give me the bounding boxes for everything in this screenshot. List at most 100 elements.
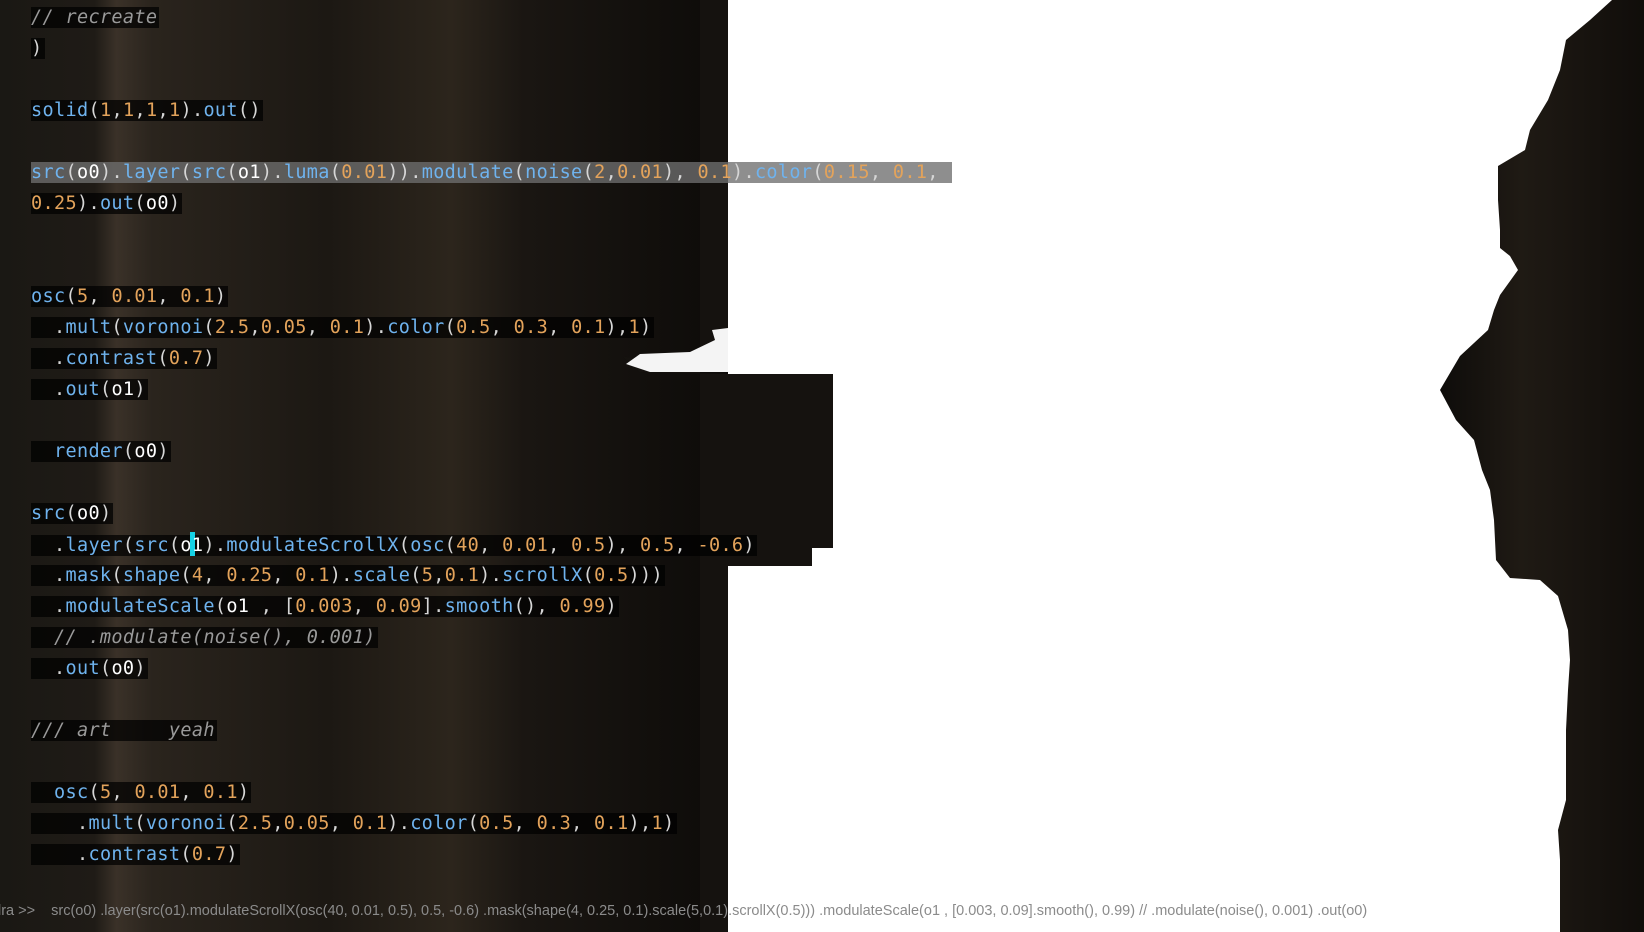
code-line[interactable]: solid(1,1,1,1).out()	[31, 98, 263, 124]
code-token: )	[203, 348, 215, 369]
code-token: ,	[111, 782, 135, 803]
code-line[interactable]: .mult(voronoi(2.5,0.05, 0.1).color(0.5, …	[31, 315, 654, 341]
code-line[interactable]: /// art yeah	[31, 718, 217, 744]
code-token: ,	[433, 565, 445, 586]
code-line-text[interactable]: // recreate	[31, 7, 160, 28]
code-line-text[interactable]: .out(o1)	[31, 379, 148, 400]
code-token: 1	[651, 813, 663, 834]
code-token: )	[663, 813, 675, 834]
code-line[interactable]: .layer(src(o1).modulateScrollX(osc(40, 0…	[31, 532, 757, 558]
code-line[interactable]: )	[31, 36, 45, 62]
code-token: out	[99, 193, 135, 214]
code-token: shape	[122, 565, 181, 586]
code-token: (	[467, 813, 480, 834]
code-line[interactable]: 0.25).out(o0)	[31, 191, 183, 217]
code-line[interactable]: .contrast(0.7)	[31, 346, 217, 372]
code-line[interactable]: src(o0)	[31, 501, 114, 527]
code-line[interactable]: src(o0).layer(src(o1).luma(0.01)).modula…	[31, 160, 953, 186]
code-token: 1	[99, 100, 112, 121]
code-token: ,	[272, 813, 284, 834]
code-token: 1	[628, 317, 641, 338]
code-token: layer	[65, 535, 123, 556]
code-token: 0.01	[341, 162, 388, 183]
code-line[interactable]: .mult(voronoi(2.5,0.05, 0.1).color(0.5, …	[31, 811, 677, 837]
code-line-text[interactable]: src(o0).layer(src(o1).luma(0.01)).modula…	[31, 162, 953, 183]
code-token: 0.1	[329, 317, 365, 338]
code-token: 0.01	[502, 535, 549, 556]
code-line[interactable]: .contrast(0.7)	[31, 842, 240, 868]
code-line-text[interactable]: .modulateScale(o1 , [0.003, 0.09].smooth…	[31, 596, 619, 617]
code-token: ,	[548, 535, 572, 556]
code-token: (	[444, 317, 457, 338]
code-line[interactable]: render(o0)	[31, 439, 171, 465]
code-line-text[interactable]: .contrast(0.7)	[31, 844, 240, 865]
code-token: ).	[479, 565, 503, 586]
code-token: )	[99, 503, 112, 524]
code-line-text[interactable]: osc(5, 0.01, 0.1)	[31, 286, 229, 307]
code-line-text[interactable]: src(o0)	[31, 503, 114, 524]
console-bar[interactable]: lra >> src(o0) .layer(src(o1).modulateSc…	[0, 899, 1644, 923]
code-token: contrast	[88, 844, 181, 865]
code-token: o0	[76, 162, 100, 183]
code-token: color	[754, 162, 813, 183]
code-token: (	[582, 162, 595, 183]
code-token: 0.7	[168, 348, 204, 369]
code-line-text[interactable]: // .modulate(noise(), 0.001)	[31, 627, 378, 648]
code-token: contrast	[65, 348, 158, 369]
code-token: 0.7	[191, 844, 227, 865]
code-token: 0.3	[513, 317, 549, 338]
code-line-text[interactable]: )	[31, 38, 45, 59]
code-token: .	[31, 348, 66, 369]
code-line-text[interactable]: .mask(shape(4, 0.25, 0.1).scale(5,0.1).s…	[31, 565, 666, 586]
code-editor[interactable]: // recreate) solid(1,1,1,1).out() src(o0).…	[0, 0, 1000, 880]
code-line[interactable]: osc(5, 0.01, 0.1)	[31, 284, 229, 310]
code-token: (),	[513, 596, 560, 617]
code-token: (	[513, 162, 526, 183]
code-token: 0.1	[203, 782, 238, 803]
code-line-text[interactable]: 0.25).out(o0)	[31, 193, 183, 214]
code-token: ),	[605, 535, 641, 556]
code-line-text[interactable]: .layer(src(o1).modulateScrollX(osc(40, 0…	[31, 532, 757, 556]
code-line-text[interactable]: .mult(voronoi(2.5,0.05, 0.1).color(0.5, …	[31, 813, 677, 834]
code-token: o1	[111, 379, 135, 400]
code-line-text[interactable]: /// art yeah	[31, 720, 217, 741]
code-token: ,	[674, 535, 698, 556]
code-line[interactable]: // .modulate(noise(), 0.001)	[31, 625, 378, 651]
code-token: (	[582, 565, 595, 586]
code-token: ,	[157, 100, 169, 121]
code-token: (	[99, 658, 112, 679]
code-token: 0.5	[594, 565, 629, 586]
code-line-text[interactable]: .contrast(0.7)	[31, 348, 217, 369]
code-token: (	[180, 565, 192, 586]
code-token: color	[410, 813, 468, 834]
code-token: .	[31, 379, 66, 400]
code-token: ).	[76, 193, 100, 214]
code-line[interactable]: // recreate	[31, 5, 160, 31]
code-line-text[interactable]: .out(o0)	[31, 658, 148, 679]
code-token: (	[444, 535, 457, 556]
code-token: )	[640, 317, 652, 338]
code-token: (	[157, 348, 169, 369]
code-line[interactable]: .mask(shape(4, 0.25, 0.1).scale(5,0.1).s…	[31, 563, 666, 589]
code-line-text[interactable]: solid(1,1,1,1).out()	[31, 100, 263, 121]
code-token: 0.1	[697, 162, 732, 183]
code-line[interactable]: osc(5, 0.01, 0.1)	[31, 780, 252, 806]
code-token: )	[237, 782, 250, 803]
code-line[interactable]: .out(o1)	[31, 377, 148, 403]
code-line-text[interactable]: render(o0)	[31, 441, 171, 462]
code-token: (	[203, 317, 215, 338]
code-token: 0.003	[295, 596, 353, 617]
code-token: 1	[145, 100, 158, 121]
code-line[interactable]: .modulateScale(o1 , [0.003, 0.09].smooth…	[31, 594, 619, 620]
code-line[interactable]: .out(o0)	[31, 656, 148, 682]
code-token: (	[111, 317, 123, 338]
code-line-text[interactable]: .mult(voronoi(2.5,0.05, 0.1).color(0.5, …	[31, 317, 654, 338]
code-token: out	[203, 100, 238, 121]
code-token: o0	[145, 193, 169, 214]
code-token: voronoi	[145, 813, 227, 834]
code-token: .	[31, 596, 66, 617]
code-token: (	[180, 844, 192, 865]
code-line-text[interactable]: osc(5, 0.01, 0.1)	[31, 782, 252, 803]
code-token: 5	[421, 565, 434, 586]
